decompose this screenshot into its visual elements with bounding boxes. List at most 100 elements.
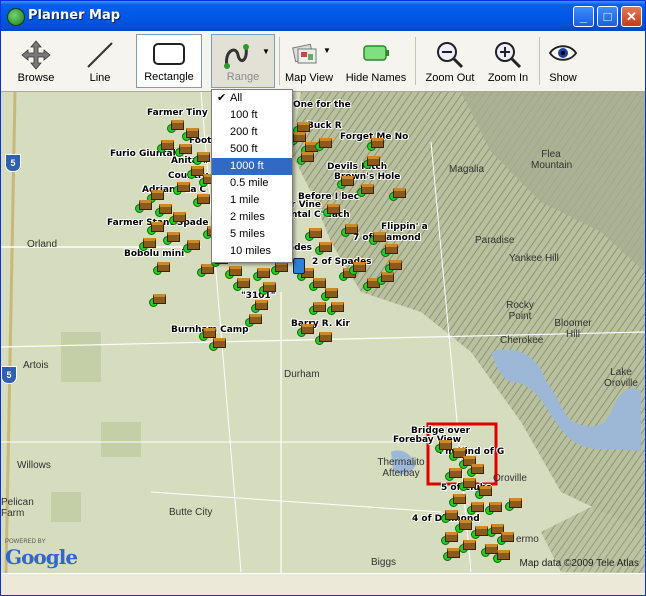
treasure-chest-icon[interactable] [197, 152, 210, 162]
browse-button[interactable]: Browse [11, 34, 61, 88]
treasure-chest-icon[interactable] [381, 272, 394, 282]
treasure-chest-icon[interactable] [179, 144, 192, 154]
treasure-chest-icon[interactable] [249, 314, 262, 324]
treasure-chest-icon[interactable] [257, 268, 270, 278]
treasure-chest-icon[interactable] [327, 204, 340, 214]
treasure-chest-icon[interactable] [319, 138, 332, 148]
treasure-chest-icon[interactable] [186, 128, 199, 138]
treasure-chest-icon[interactable] [341, 176, 354, 186]
rectangle-button[interactable]: Rectangle [136, 34, 202, 88]
treasure-chest-icon[interactable] [489, 502, 502, 512]
cache-label[interactable]: r Vine [291, 200, 321, 210]
treasure-chest-icon[interactable] [319, 242, 332, 252]
treasure-chest-icon[interactable] [373, 232, 386, 242]
treasure-chest-icon[interactable] [159, 204, 172, 214]
treasure-chest-icon[interactable] [371, 138, 384, 148]
range-option-10-miles[interactable]: 10 miles [212, 243, 292, 260]
treasure-chest-icon[interactable] [471, 464, 484, 474]
treasure-chest-icon[interactable] [171, 120, 184, 130]
maximize-button[interactable]: □ [597, 6, 618, 27]
treasure-chest-icon[interactable] [463, 478, 476, 488]
treasure-chest-icon[interactable] [449, 468, 462, 478]
cache-label[interactable]: ntal C' cach [291, 210, 350, 220]
treasure-chest-icon[interactable] [161, 140, 174, 150]
treasure-chest-icon[interactable] [153, 294, 166, 304]
cache-label[interactable]: Buck R [307, 121, 342, 131]
treasure-chest-icon[interactable] [275, 262, 288, 272]
range-option-half-mile[interactable]: 0.5 mile [212, 175, 292, 192]
treasure-chest-icon[interactable] [293, 132, 306, 142]
cache-label[interactable]: 7 of Diamond [353, 233, 421, 243]
treasure-chest-icon[interactable] [393, 188, 406, 198]
treasure-chest-icon[interactable] [463, 540, 476, 550]
treasure-chest-icon[interactable] [263, 282, 276, 292]
treasure-chest-icon[interactable] [237, 278, 250, 288]
treasure-chest-icon[interactable] [297, 122, 310, 132]
treasure-chest-icon[interactable] [229, 266, 242, 276]
zoom-in-button[interactable]: Zoom In [483, 34, 533, 88]
treasure-chest-icon[interactable] [453, 494, 466, 504]
treasure-chest-icon[interactable] [177, 182, 190, 192]
range-button[interactable]: ▼ Range [211, 34, 275, 88]
map-view-button[interactable]: ▼ Map View [283, 34, 335, 88]
treasure-chest-icon[interactable] [313, 302, 326, 312]
treasure-chest-icon[interactable] [151, 190, 164, 200]
close-button[interactable]: ✕ [621, 6, 642, 27]
cache-label[interactable]: Flippin' a [381, 222, 428, 232]
treasure-chest-icon[interactable] [309, 228, 322, 238]
treasure-chest-icon[interactable] [331, 302, 344, 312]
cache-label[interactable]: One for the [293, 100, 351, 110]
show-button[interactable]: Show [543, 34, 583, 88]
range-option-2-miles[interactable]: 2 miles [212, 209, 292, 226]
treasure-chest-icon[interactable] [439, 440, 452, 450]
treasure-chest-icon[interactable] [187, 240, 200, 250]
treasure-chest-icon[interactable] [157, 262, 170, 272]
treasure-chest-icon[interactable] [445, 532, 458, 542]
cache-label[interactable]: Bobolu mini [124, 249, 184, 259]
range-option-100ft[interactable]: 100 ft [212, 107, 292, 124]
treasure-chest-icon[interactable] [471, 502, 484, 512]
treasure-chest-icon[interactable] [167, 232, 180, 242]
toolbar-separator [539, 37, 540, 85]
range-option-all[interactable]: ✔ All [212, 90, 292, 107]
treasure-chest-icon[interactable] [367, 156, 380, 166]
line-button[interactable]: Line [77, 34, 123, 88]
treasure-chest-icon[interactable] [255, 300, 268, 310]
treasure-chest-icon[interactable] [479, 486, 492, 496]
treasure-chest-icon[interactable] [203, 328, 216, 338]
treasure-chest-icon[interactable] [353, 262, 366, 272]
treasure-chest-icon[interactable] [445, 510, 458, 520]
treasure-chest-icon[interactable] [389, 260, 402, 270]
treasure-chest-icon[interactable] [447, 548, 460, 558]
treasure-chest-icon[interactable] [173, 212, 186, 222]
treasure-chest-icon[interactable] [345, 224, 358, 234]
map-canvas[interactable]: 5 5 Orland Magalia Paradise Flea Mountai… [1, 92, 645, 573]
range-option-1-mile[interactable]: 1 mile [212, 192, 292, 209]
treasure-chest-icon[interactable] [459, 520, 472, 530]
range-option-200ft[interactable]: 200 ft [212, 124, 292, 141]
treasure-chest-icon[interactable] [361, 184, 374, 194]
treasure-chest-icon[interactable] [197, 194, 210, 204]
treasure-chest-icon[interactable] [509, 498, 522, 508]
treasure-chest-icon[interactable] [313, 278, 326, 288]
treasure-chest-icon[interactable] [213, 338, 226, 348]
treasure-chest-icon[interactable] [301, 152, 314, 162]
cache-label[interactable]: Farmer Tiny [147, 108, 208, 118]
range-option-1000ft[interactable]: 1000 ft [212, 158, 292, 175]
minimize-button[interactable]: _ [573, 6, 594, 27]
range-option-5-miles[interactable]: 5 miles [212, 226, 292, 243]
hide-names-button[interactable]: Hide Names [345, 34, 407, 88]
treasure-chest-icon[interactable] [325, 288, 338, 298]
treasure-chest-icon[interactable] [139, 200, 152, 210]
treasure-chest-icon[interactable] [301, 324, 314, 334]
zoom-out-button[interactable]: Zoom Out [421, 34, 479, 88]
treasure-chest-icon[interactable] [143, 238, 156, 248]
treasure-chest-icon[interactable] [501, 532, 514, 542]
treasure-chest-icon[interactable] [151, 222, 164, 232]
treasure-chest-icon[interactable] [385, 244, 398, 254]
title-bar[interactable]: Planner Map _ □ ✕ [1, 1, 645, 31]
range-option-500ft[interactable]: 500 ft [212, 141, 292, 158]
location-pin-icon[interactable] [293, 258, 305, 274]
treasure-chest-icon[interactable] [319, 332, 332, 342]
treasure-chest-icon[interactable] [497, 550, 510, 560]
